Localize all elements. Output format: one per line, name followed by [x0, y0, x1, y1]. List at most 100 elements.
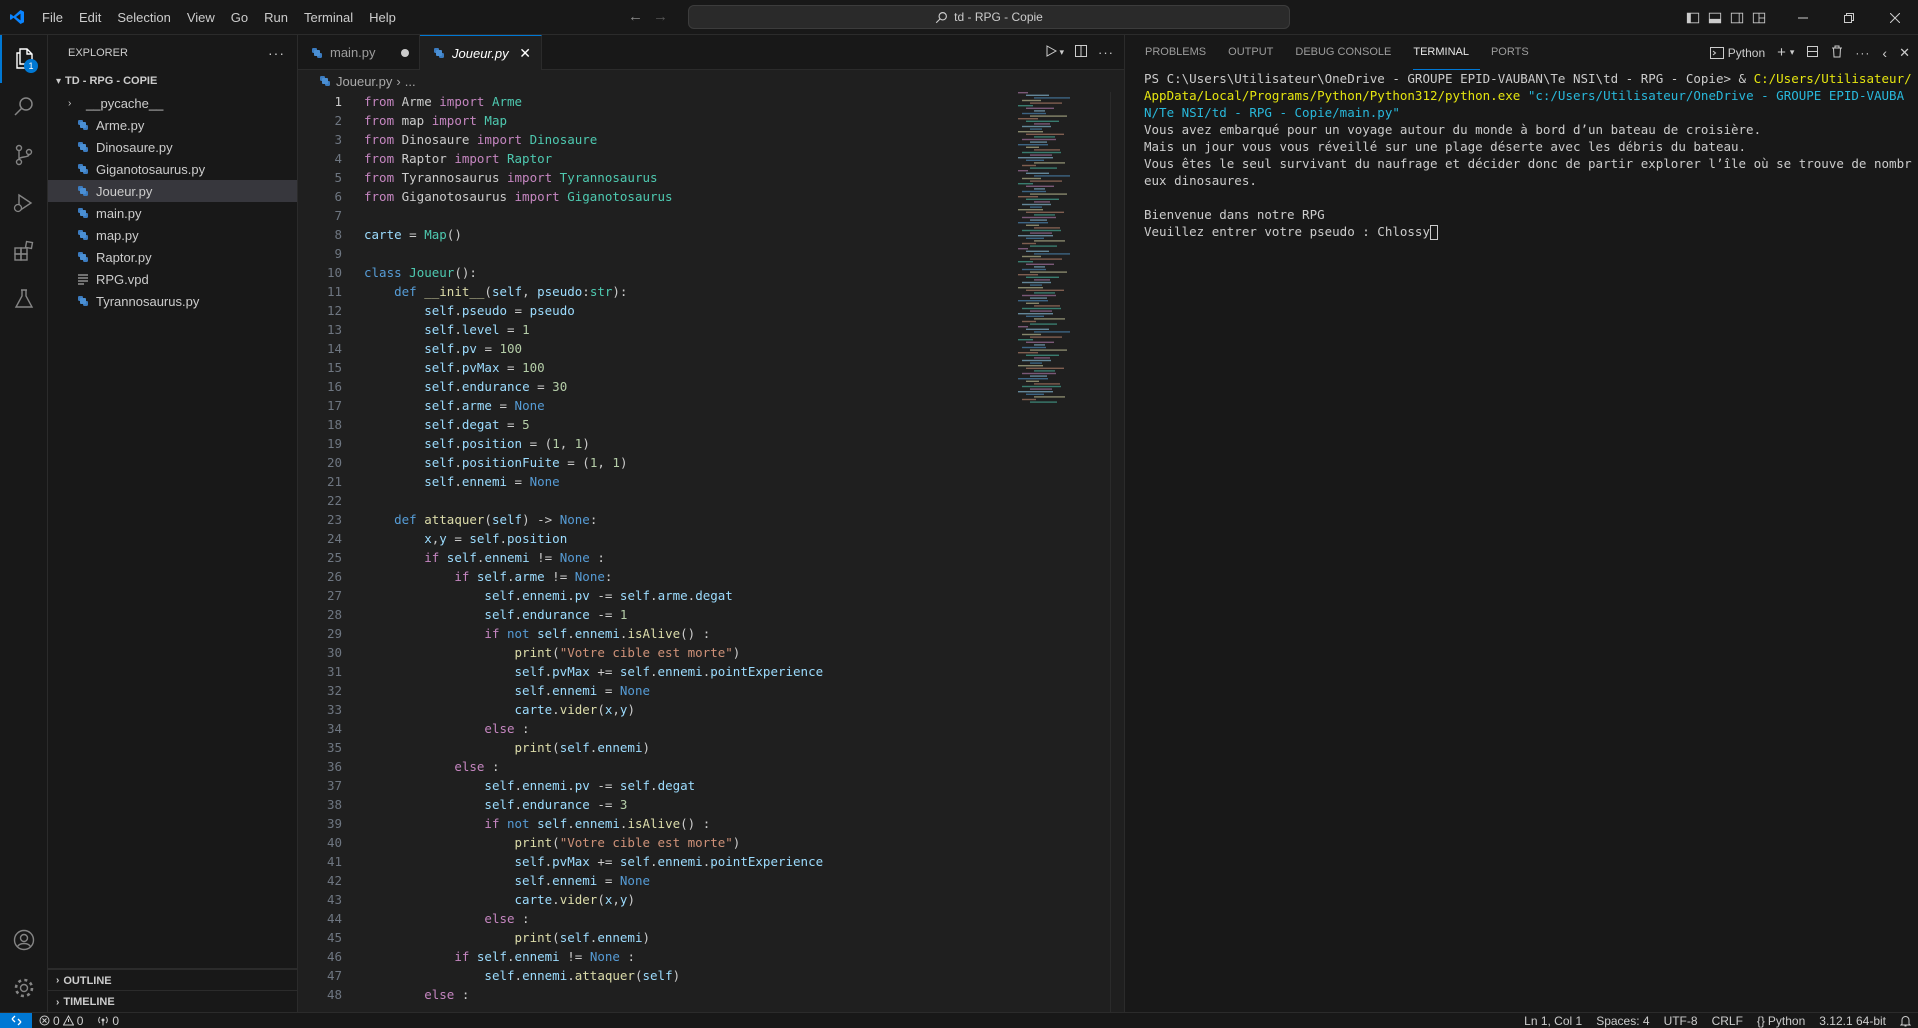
python-interpreter[interactable]: 3.12.1 64-bit	[1812, 1013, 1893, 1028]
code-line[interactable]: 33 carte.vider(x,y)	[298, 700, 1014, 719]
close-icon[interactable]: ✕	[1899, 45, 1910, 61]
minimap[interactable]	[1014, 92, 1110, 1012]
close-icon[interactable]: ✕	[519, 45, 531, 62]
tab-output[interactable]: OUTPUT	[1228, 35, 1284, 70]
code-line[interactable]: 28 self.endurance -= 1	[298, 605, 1014, 624]
breadcrumb-more[interactable]: ...	[405, 74, 416, 89]
cursor-position[interactable]: Ln 1, Col 1	[1517, 1013, 1589, 1028]
code-line[interactable]: 31 self.pvMax += self.ennemi.pointExperi…	[298, 662, 1014, 681]
language-mode[interactable]: {} Python	[1750, 1013, 1812, 1028]
tab-debug-console[interactable]: DEBUG CONSOLE	[1295, 35, 1402, 70]
code-line[interactable]: 7	[298, 206, 1014, 225]
menu-go[interactable]: Go	[223, 0, 256, 35]
indentation[interactable]: Spaces: 4	[1589, 1013, 1656, 1028]
modified-dot-icon[interactable]	[401, 48, 409, 57]
code-line[interactable]: 37 self.ennemi.pv -= self.degat	[298, 776, 1014, 795]
split-terminal-icon[interactable]	[1806, 45, 1819, 61]
code-line[interactable]: 24 x,y = self.position	[298, 529, 1014, 548]
code-line[interactable]: 4 from Raptor import Raptor	[298, 149, 1014, 168]
menu-terminal[interactable]: Terminal	[296, 0, 361, 35]
customize-layout-icon[interactable]	[1748, 0, 1770, 35]
terminal-output[interactable]: PS C:\Users\Utilisateur\OneDrive - GROUP…	[1144, 70, 1912, 240]
arrow-left-icon[interactable]: ←	[628, 8, 643, 25]
code-line[interactable]: 40 print("Votre cible est morte")	[298, 833, 1014, 852]
chevron-left-icon[interactable]: ‹	[1882, 45, 1887, 61]
code-line[interactable]: 20 self.positionFuite = (1, 1)	[298, 453, 1014, 472]
code-editor[interactable]: 1 from Arme import Arme 2 from map import M…	[298, 92, 1014, 1012]
code-line[interactable]: 42 self.ennemi = None	[298, 871, 1014, 890]
file-item[interactable]: Giganotosaurus.py	[48, 158, 297, 180]
menu-view[interactable]: View	[179, 0, 223, 35]
code-line[interactable]: 6 from Giganotosaurus import Giganotosaur…	[298, 187, 1014, 206]
more-actions-icon[interactable]: ···	[268, 45, 285, 61]
editor-scrollbar[interactable]	[1110, 92, 1124, 1012]
code-line[interactable]: 16 self.endurance = 30	[298, 377, 1014, 396]
folder-pycache[interactable]: › __pycache__	[48, 92, 297, 114]
timeline-section[interactable]: › TIMELINE	[48, 990, 297, 1013]
ports-indicator[interactable]: 0	[90, 1013, 126, 1028]
code-line[interactable]: 47 self.ennemi.attaquer(self)	[298, 966, 1014, 985]
code-line[interactable]: 29 if not self.ennemi.isAlive() :	[298, 624, 1014, 643]
code-line[interactable]: 14 self.pv = 100	[298, 339, 1014, 358]
more-actions-icon[interactable]: ···	[1855, 46, 1870, 60]
file-item[interactable]: main.py	[48, 202, 297, 224]
code-line[interactable]: 48 else :	[298, 985, 1014, 1004]
toggle-secondary-sidebar-icon[interactable]	[1726, 0, 1748, 35]
code-line[interactable]: 5 from Tyrannosaurus import Tyrannosaurus	[298, 168, 1014, 187]
menu-run[interactable]: Run	[256, 0, 296, 35]
tab-terminal[interactable]: TERMINAL	[1413, 35, 1480, 70]
menu-file[interactable]: File	[34, 0, 71, 35]
encoding[interactable]: UTF-8	[1657, 1013, 1705, 1028]
tab-ports[interactable]: PORTS	[1491, 35, 1540, 70]
source-control-activity[interactable]	[0, 131, 48, 179]
remote-indicator[interactable]	[0, 1012, 32, 1028]
code-line[interactable]: 35 print(self.ennemi)	[298, 738, 1014, 757]
file-item[interactable]: Raptor.py	[48, 246, 297, 268]
end-of-line[interactable]: CRLF	[1705, 1013, 1750, 1028]
accounts-activity[interactable]	[0, 916, 48, 964]
code-line[interactable]: 43 carte.vider(x,y)	[298, 890, 1014, 909]
tab-joueur-py[interactable]: Joueur.py ✕	[420, 35, 542, 70]
file-item[interactable]: Dinosaure.py	[48, 136, 297, 158]
breadcrumb-file[interactable]: Joueur.py	[336, 74, 392, 89]
code-line[interactable]: 23 def attaquer(self) -> None:	[298, 510, 1014, 529]
menu-edit[interactable]: Edit	[71, 0, 109, 35]
code-line[interactable]: 9	[298, 244, 1014, 263]
toggle-primary-sidebar-icon[interactable]	[1682, 0, 1704, 35]
file-item[interactable]: Tyrannosaurus.py	[48, 290, 297, 312]
restore-window-icon[interactable]	[1826, 0, 1872, 35]
code-line[interactable]: 39 if not self.ennemi.isAlive() :	[298, 814, 1014, 833]
code-line[interactable]: 41 self.pvMax += self.ennemi.pointExperi…	[298, 852, 1014, 871]
chevron-down-icon[interactable]: ▾	[1790, 47, 1795, 58]
code-line[interactable]: 34 else :	[298, 719, 1014, 738]
explorer-activity[interactable]: 1	[0, 35, 48, 83]
run-dropdown-chevron-icon[interactable]: ▾	[1059, 47, 1064, 58]
outline-section[interactable]: › OUTLINE	[48, 968, 297, 991]
code-line[interactable]: 19 self.position = (1, 1)	[298, 434, 1014, 453]
run-python-file-icon[interactable]	[1045, 45, 1058, 60]
arrow-right-icon[interactable]: →	[653, 8, 668, 25]
code-line[interactable]: 44 else :	[298, 909, 1014, 928]
tab-main-py[interactable]: main.py	[298, 35, 420, 70]
file-item[interactable]: RPG.vpd	[48, 268, 297, 290]
code-line[interactable]: 25 if self.ennemi != None :	[298, 548, 1014, 567]
code-line[interactable]: 13 self.level = 1	[298, 320, 1014, 339]
project-folder-header[interactable]: ▾ TD - RPG - COPIE	[48, 70, 297, 92]
manage-activity[interactable]	[0, 964, 48, 1012]
close-window-icon[interactable]	[1872, 0, 1918, 35]
code-line[interactable]: 12 self.pseudo = pseudo	[298, 301, 1014, 320]
code-line[interactable]: 17 self.arme = None	[298, 396, 1014, 415]
code-line[interactable]: 8 carte = Map()	[298, 225, 1014, 244]
code-line[interactable]: 22	[298, 491, 1014, 510]
code-line[interactable]: 21 self.ennemi = None	[298, 472, 1014, 491]
code-line[interactable]: 2 from map import Map	[298, 111, 1014, 130]
code-line[interactable]: 10 class Joueur():	[298, 263, 1014, 282]
code-line[interactable]: 15 self.pvMax = 100	[298, 358, 1014, 377]
notifications-bell-icon[interactable]	[1893, 1013, 1918, 1028]
menu-selection[interactable]: Selection	[109, 0, 178, 35]
more-actions-icon[interactable]: ···	[1098, 45, 1114, 60]
command-center-search[interactable]: td - RPG - Copie	[688, 5, 1290, 29]
terminal-profile-selector[interactable]: Python	[1709, 46, 1765, 60]
code-line[interactable]: 27 self.ennemi.pv -= self.arme.degat	[298, 586, 1014, 605]
code-line[interactable]: 30 print("Votre cible est morte")	[298, 643, 1014, 662]
